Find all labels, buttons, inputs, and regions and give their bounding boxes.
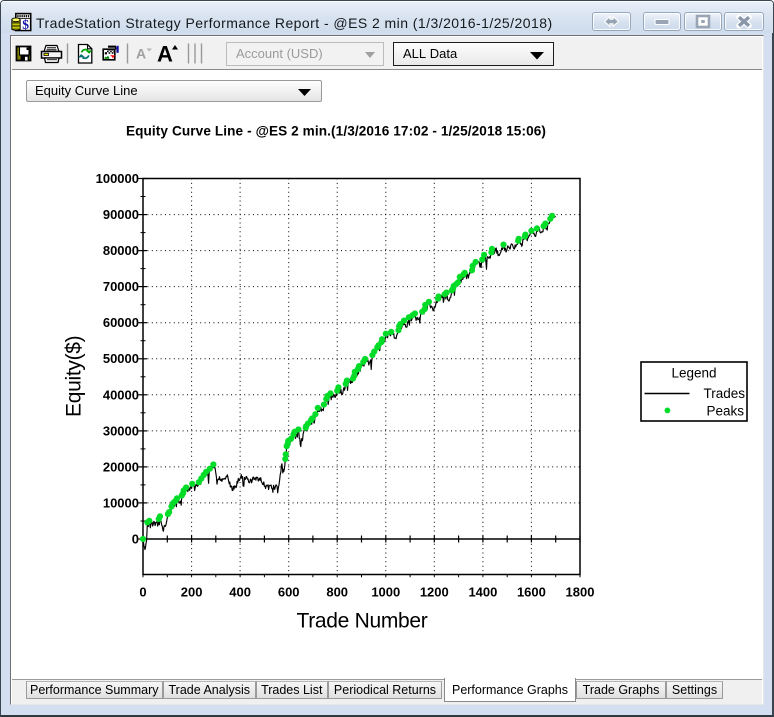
svg-text:Equity Curve Line - @ES 2 min.: Equity Curve Line - @ES 2 min.(1/3/2016 … — [126, 124, 546, 139]
svg-text:800: 800 — [326, 585, 348, 600]
svg-text:400: 400 — [229, 585, 251, 600]
svg-text:100000: 100000 — [96, 171, 139, 186]
svg-text:1000: 1000 — [371, 585, 400, 600]
svg-text:90000: 90000 — [103, 207, 139, 222]
svg-text:60000: 60000 — [103, 315, 139, 330]
svg-text:Peaks: Peaks — [706, 404, 744, 419]
svg-text:1600: 1600 — [517, 585, 546, 600]
svg-text:Legend: Legend — [671, 366, 716, 381]
svg-text:Trade Number: Trade Number — [296, 610, 427, 633]
svg-text:0: 0 — [139, 585, 146, 600]
svg-text:1400: 1400 — [468, 585, 497, 600]
svg-text:600: 600 — [278, 585, 300, 600]
svg-text:Equity($): Equity($) — [63, 336, 86, 417]
svg-text:30000: 30000 — [103, 423, 139, 438]
svg-text:1200: 1200 — [420, 585, 449, 600]
svg-text:50000: 50000 — [103, 351, 139, 366]
svg-text:80000: 80000 — [103, 243, 139, 258]
svg-text:200: 200 — [181, 585, 203, 600]
svg-text:10000: 10000 — [103, 495, 139, 510]
svg-text:70000: 70000 — [103, 279, 139, 294]
svg-text:1800: 1800 — [566, 585, 595, 600]
svg-text:Trades: Trades — [703, 386, 745, 401]
svg-text:0: 0 — [132, 532, 139, 547]
svg-text:20000: 20000 — [103, 459, 139, 474]
svg-text:40000: 40000 — [103, 387, 139, 402]
